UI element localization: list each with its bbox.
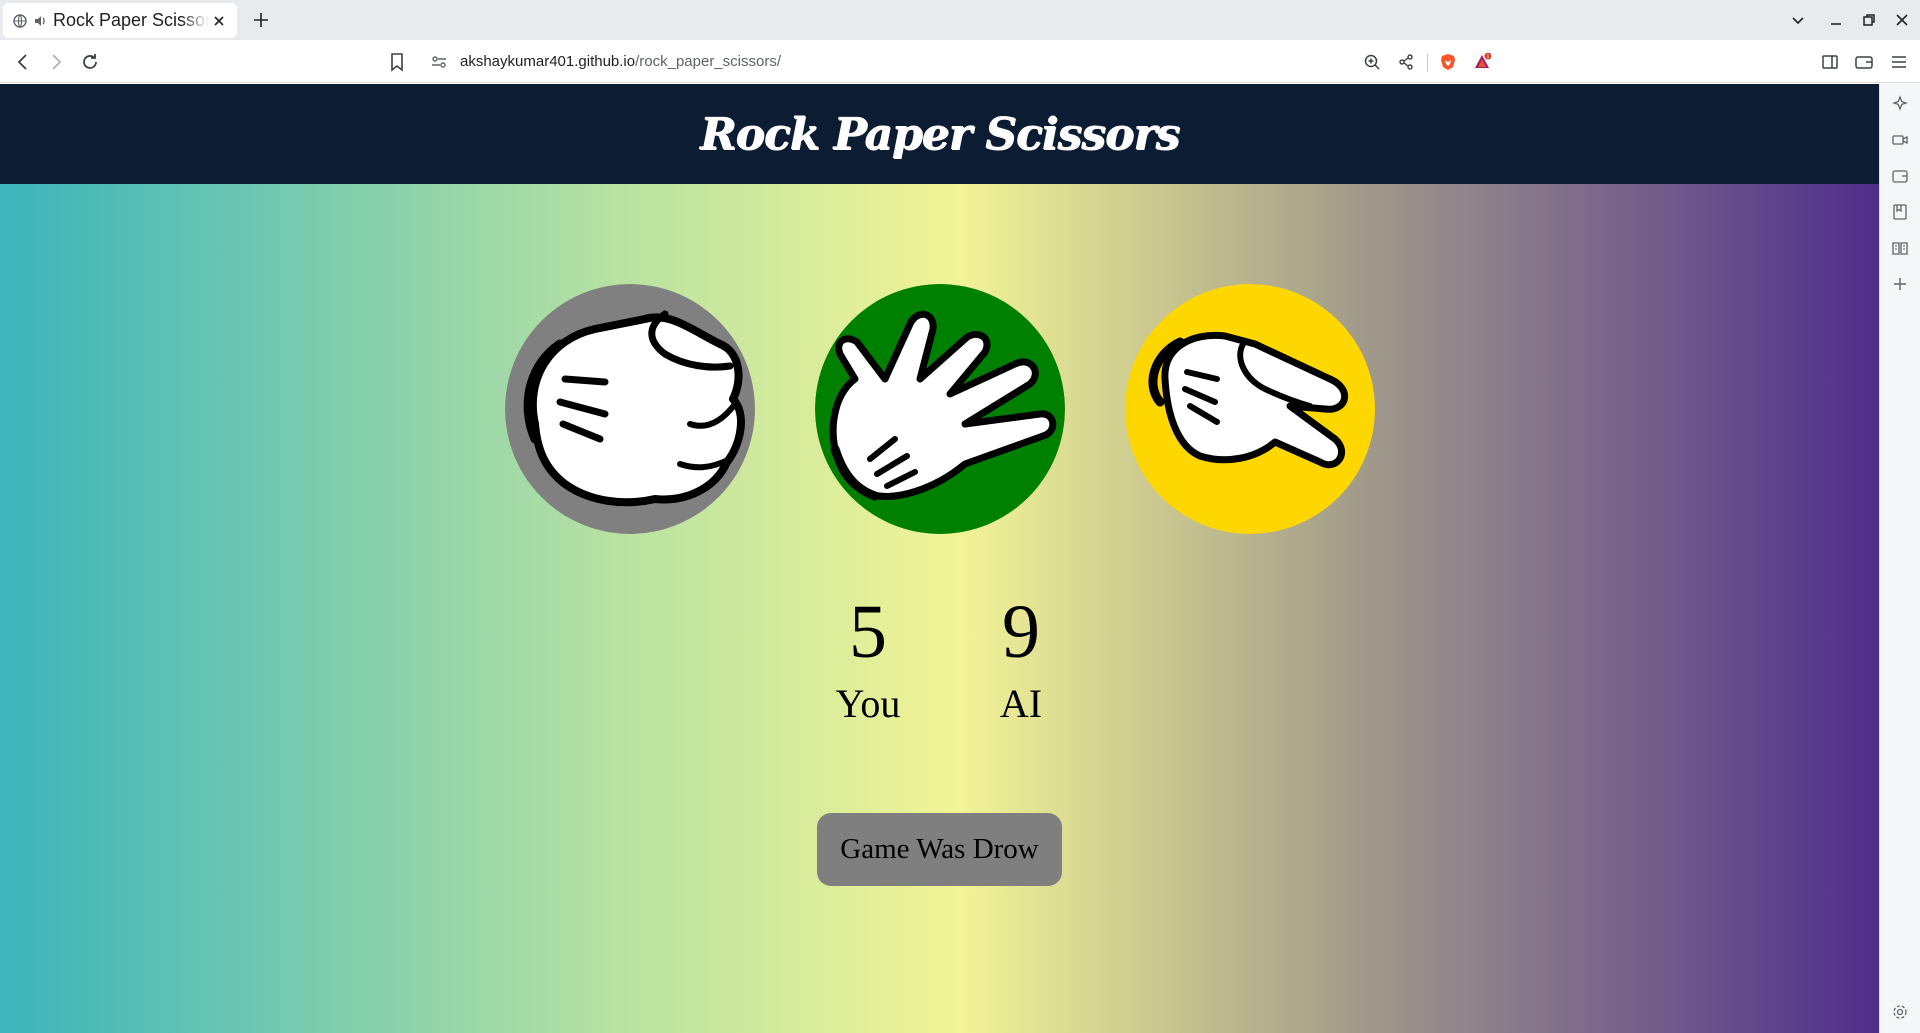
ai-score: 9 AI bbox=[961, 594, 1081, 724]
add-panel-icon[interactable] bbox=[1891, 275, 1909, 293]
toolbar-separator bbox=[1427, 54, 1428, 72]
player-score: 5 You bbox=[808, 594, 928, 724]
wallet-panel-icon[interactable] bbox=[1891, 167, 1909, 185]
new-tab-icon[interactable] bbox=[251, 10, 271, 30]
svg-text:1: 1 bbox=[1486, 54, 1489, 60]
restore-icon[interactable] bbox=[1859, 10, 1879, 30]
side-panel bbox=[1879, 84, 1920, 1033]
close-window-icon[interactable] bbox=[1892, 10, 1912, 30]
url-host: akshaykumar401.github.io bbox=[460, 53, 636, 70]
settings-gear-icon[interactable] bbox=[1891, 1003, 1909, 1021]
brave-shields-icon[interactable] bbox=[1439, 53, 1457, 71]
forward-icon[interactable] bbox=[45, 51, 67, 73]
bookmarks-panel-icon[interactable] bbox=[1891, 203, 1909, 221]
url-text: akshaykumar401.github.io/rock_paper_scis… bbox=[460, 53, 781, 70]
paper-choice-button[interactable] bbox=[815, 284, 1065, 534]
tab-list-chevron-icon[interactable] bbox=[1788, 10, 1808, 30]
web-page: Rock Paper Scissors 5 You 9 AI Game Was … bbox=[0, 84, 1879, 1033]
zoom-icon[interactable] bbox=[1363, 53, 1381, 71]
rock-choice-button[interactable] bbox=[505, 284, 755, 534]
reload-icon[interactable] bbox=[79, 51, 101, 73]
player-score-label: You bbox=[835, 681, 901, 726]
ai-score-label: AI bbox=[999, 681, 1043, 726]
scissors-choice-button[interactable] bbox=[1125, 284, 1375, 534]
sidebar-toggle-icon[interactable] bbox=[1819, 51, 1841, 73]
game-area: 5 You 9 AI Game Was Drow bbox=[0, 184, 1879, 1033]
rock-hand-icon bbox=[505, 284, 755, 534]
page-header: Rock Paper Scissors bbox=[0, 84, 1879, 184]
paper-hand-icon bbox=[815, 284, 1065, 534]
bookmark-icon[interactable] bbox=[386, 51, 408, 73]
minimize-icon[interactable] bbox=[1826, 10, 1846, 30]
page-title: Rock Paper Scissors bbox=[699, 108, 1180, 160]
speaker-icon[interactable] bbox=[33, 14, 47, 28]
brave-rewards-icon[interactable]: 1 bbox=[1473, 53, 1491, 71]
back-icon[interactable] bbox=[12, 51, 34, 73]
browser-tab[interactable]: Rock Paper Scissors bbox=[3, 3, 237, 38]
tab-title: Rock Paper Scissors bbox=[53, 10, 209, 30]
close-tab-icon[interactable] bbox=[211, 13, 227, 29]
ai-score-value: 9 bbox=[1002, 590, 1040, 674]
url-path: /rock_paper_scissors/ bbox=[635, 53, 782, 70]
leo-ai-icon[interactable] bbox=[1891, 95, 1909, 113]
menu-icon[interactable] bbox=[1888, 51, 1910, 73]
address-bar[interactable]: akshaykumar401.github.io/rock_paper_scis… bbox=[420, 46, 1500, 78]
wallet-icon[interactable] bbox=[1853, 51, 1875, 73]
video-icon[interactable] bbox=[1891, 131, 1909, 149]
result-message: Game Was Drow bbox=[817, 813, 1062, 886]
scissors-hand-icon bbox=[1125, 284, 1375, 534]
player-score-value: 5 bbox=[849, 590, 887, 674]
browser-tab-bar: Rock Paper Scissors bbox=[0, 0, 1920, 40]
globe-icon bbox=[13, 13, 27, 28]
share-icon[interactable] bbox=[1397, 53, 1415, 71]
reading-list-icon[interactable] bbox=[1891, 239, 1909, 257]
browser-toolbar: akshaykumar401.github.io/rock_paper_scis… bbox=[0, 40, 1920, 83]
site-settings-icon[interactable] bbox=[430, 53, 448, 71]
